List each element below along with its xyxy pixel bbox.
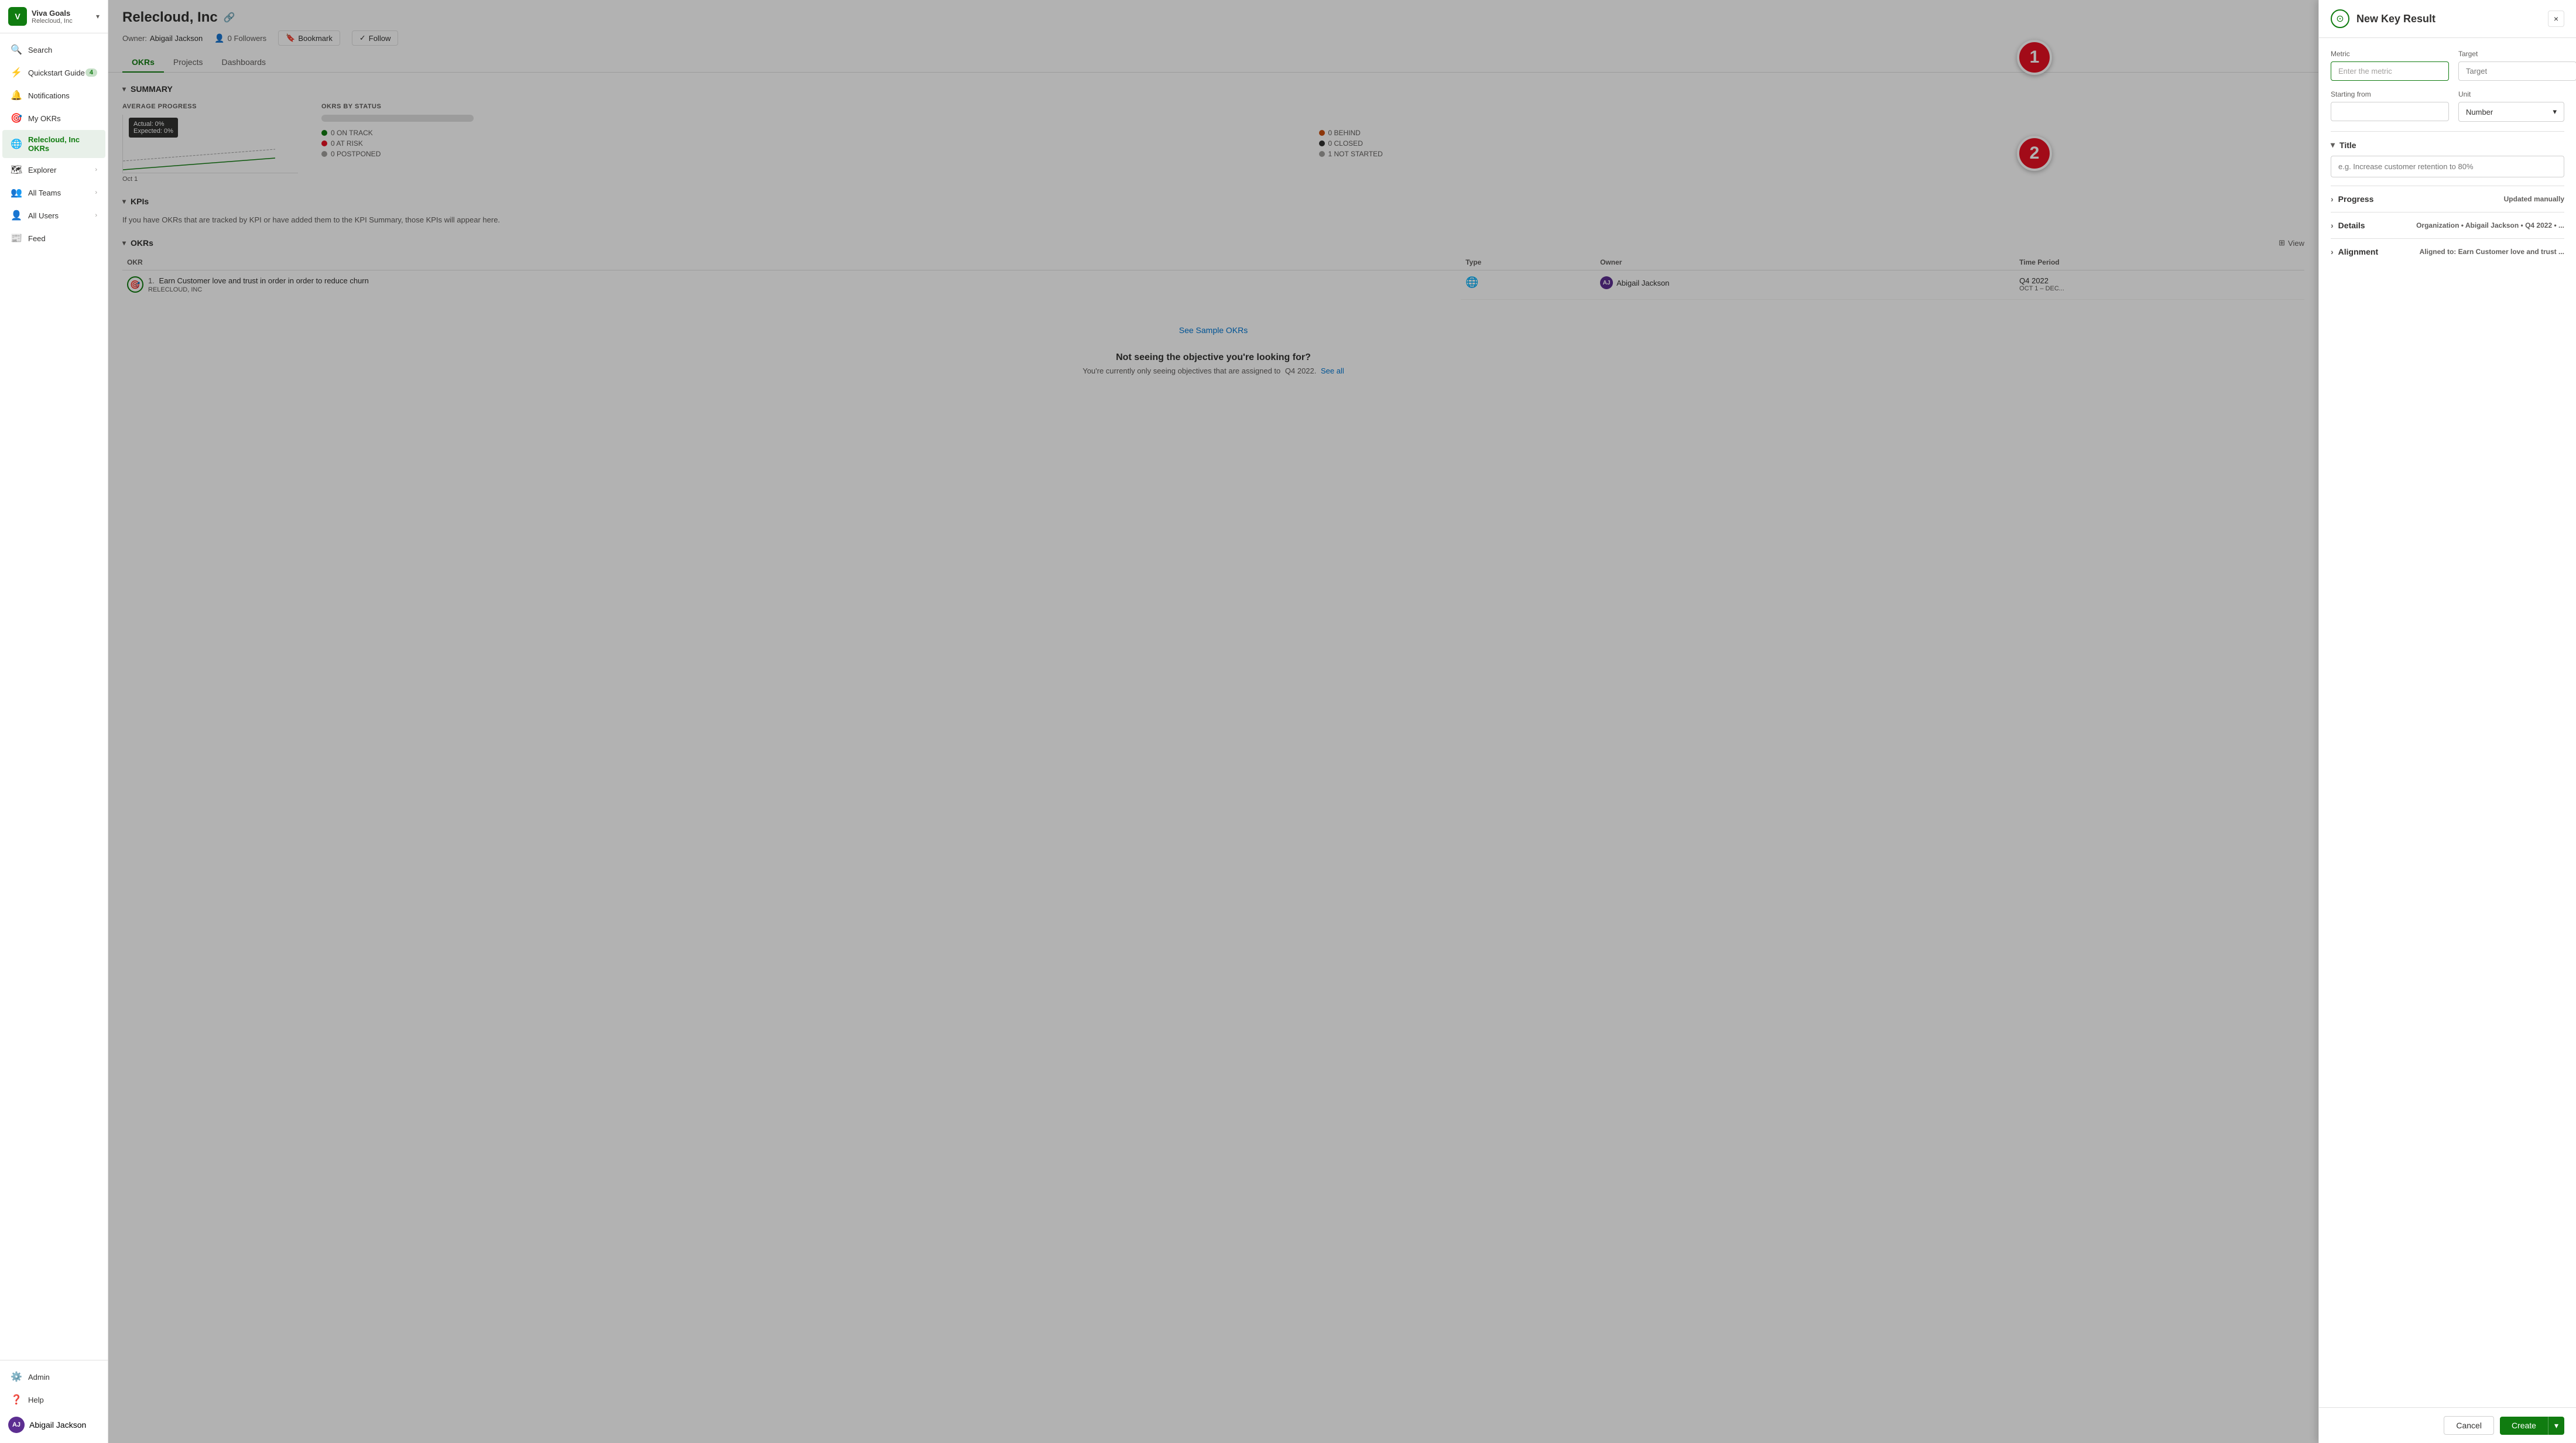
alignment-chevron-icon: › [2331, 247, 2334, 256]
progress-right-text: Updated manually [2504, 195, 2564, 203]
create-button[interactable]: Create [2500, 1417, 2548, 1435]
sidebar-label-search: Search [28, 46, 97, 54]
sidebar-footer: ⚙️ Admin ❓ Help AJ Abigail Jackson [0, 1360, 108, 1443]
alignment-right-text: Aligned to: Earn Customer love and trust… [2420, 248, 2564, 256]
sidebar-item-help[interactable]: ❓ Help [2, 1389, 105, 1411]
title-chevron-icon: ▾ [2331, 140, 2335, 150]
unit-group: Unit Number ▾ [2458, 90, 2564, 122]
target-input[interactable] [2458, 61, 2576, 81]
app-logo-text: Viva Goals Relecloud, Inc [32, 9, 96, 25]
user-profile[interactable]: AJ Abigail Jackson [0, 1411, 108, 1438]
panel-header: ⊙ New Key Result × [2319, 0, 2576, 38]
progress-expand-section: › Progress Updated manually [2331, 186, 2564, 212]
relecloud-icon: 🌐 [11, 138, 22, 150]
title-expand-header[interactable]: ▾ Title [2331, 140, 2564, 150]
sidebar-label-help: Help [28, 1396, 97, 1404]
app-name: Viva Goals [32, 9, 96, 18]
panel-close-button[interactable]: × [2548, 11, 2564, 27]
user-avatar: AJ [8, 1417, 25, 1433]
notifications-icon: 🔔 [11, 90, 22, 101]
progress-expand-header[interactable]: › Progress Updated manually [2331, 194, 2564, 204]
explorer-chevron-icon: › [95, 166, 97, 173]
help-icon: ❓ [11, 1394, 22, 1406]
details-right-text: Organization • Abigail Jackson • Q4 2022… [2416, 221, 2564, 229]
sidebar-label-myokrs: My OKRs [28, 114, 97, 123]
sidebar-label-admin: Admin [28, 1373, 97, 1382]
sidebar-nav: 🔍 Search ⚡ Quickstart Guide 4 🔔 Notifica… [0, 33, 108, 1360]
metric-target-row: Metric Target [2331, 50, 2564, 81]
details-expand-header[interactable]: › Details Organization • Abigail Jackson… [2331, 221, 2564, 230]
main-content: 1 2 Relecloud, Inc 🔗 Owner: Abigail Jack… [108, 0, 2318, 1443]
sidebar-item-allteams[interactable]: 👥 All Teams › [2, 181, 105, 204]
sidebar-item-explorer[interactable]: 🗺 Explorer › [2, 159, 105, 181]
unit-select[interactable]: Number ▾ [2458, 102, 2564, 122]
panel-body: Metric Target Starting from 0 Unit Numbe… [2319, 38, 2576, 1407]
unit-chevron-icon: ▾ [2553, 107, 2557, 116]
myokrs-icon: 🎯 [11, 112, 22, 124]
details-expand-section: › Details Organization • Abigail Jackson… [2331, 212, 2564, 238]
sidebar-item-admin[interactable]: ⚙️ Admin [2, 1366, 105, 1388]
starting-from-input[interactable]: 0 [2331, 102, 2449, 121]
sidebar-label-explorer: Explorer [28, 166, 95, 174]
metric-group: Metric [2331, 50, 2449, 81]
sidebar: V Viva Goals Relecloud, Inc ▾ 🔍 Search ⚡… [0, 0, 108, 1443]
details-chevron-icon: › [2331, 221, 2334, 230]
sidebar-label-quickstart: Quickstart Guide [28, 68, 85, 77]
sidebar-label-allusers: All Users [28, 211, 95, 220]
sidebar-label-notifications: Notifications [28, 91, 97, 100]
sidebar-item-feed[interactable]: 📰 Feed [2, 227, 105, 249]
allusers-icon: 👤 [11, 210, 22, 221]
starting-unit-row: Starting from 0 Unit Number ▾ [2331, 90, 2564, 122]
progress-expand-label: Progress [2338, 194, 2374, 204]
quickstart-badge: 4 [85, 68, 97, 77]
panel-header-icon: ⊙ [2331, 9, 2349, 28]
allteams-icon: 👥 [11, 187, 22, 198]
unit-label: Unit [2458, 90, 2564, 98]
target-label: Target [2458, 50, 2576, 58]
allusers-chevron-icon: › [95, 212, 97, 219]
sidebar-item-search[interactable]: 🔍 Search [2, 39, 105, 61]
sidebar-label-allteams: All Teams [28, 188, 95, 197]
starting-from-group: Starting from 0 [2331, 90, 2449, 122]
panel-title: New Key Result [2356, 13, 2548, 25]
app-logo-icon: V [8, 7, 27, 26]
quickstart-icon: ⚡ [11, 67, 22, 78]
create-button-wrapper: Create ▾ [2500, 1417, 2564, 1435]
create-dropdown-button[interactable]: ▾ [2548, 1417, 2564, 1435]
sidebar-label-feed: Feed [28, 234, 97, 243]
alignment-expand-header[interactable]: › Alignment Aligned to: Earn Customer lo… [2331, 247, 2564, 256]
target-group: Target [2458, 50, 2576, 81]
app-org: Relecloud, Inc [32, 18, 96, 25]
details-expand-label: Details [2338, 221, 2365, 230]
sidebar-item-quickstart[interactable]: ⚡ Quickstart Guide 4 [2, 61, 105, 84]
starting-from-label: Starting from [2331, 90, 2449, 98]
right-panel: ⊙ New Key Result × Metric Target Startin… [2318, 0, 2576, 1443]
metric-input[interactable] [2331, 61, 2449, 81]
user-name: Abigail Jackson [29, 1420, 86, 1430]
search-icon: 🔍 [11, 44, 22, 56]
alignment-expand-label: Alignment [2338, 247, 2378, 256]
progress-chevron-icon: › [2331, 194, 2334, 204]
app-chevron-icon: ▾ [96, 12, 100, 20]
app-logo[interactable]: V Viva Goals Relecloud, Inc ▾ [0, 0, 108, 33]
panel-footer: Cancel Create ▾ [2319, 1407, 2576, 1443]
feed-icon: 📰 [11, 232, 22, 244]
admin-icon: ⚙️ [11, 1371, 22, 1383]
sidebar-label-relecloud: Relecloud, Inc OKRs [28, 135, 97, 153]
sidebar-item-relecloud[interactable]: 🌐 Relecloud, Inc OKRs [2, 130, 105, 158]
title-expand-section: ▾ Title [2331, 131, 2564, 186]
cancel-button[interactable]: Cancel [2444, 1416, 2494, 1435]
allteams-chevron-icon: › [95, 189, 97, 196]
alignment-expand-section: › Alignment Aligned to: Earn Customer lo… [2331, 238, 2564, 265]
title-input[interactable] [2331, 156, 2564, 177]
title-expand-label: Title [2339, 140, 2356, 150]
sidebar-item-notifications[interactable]: 🔔 Notifications [2, 84, 105, 107]
sidebar-item-allusers[interactable]: 👤 All Users › [2, 204, 105, 227]
unit-value: Number [2466, 108, 2493, 116]
main-overlay [108, 0, 2318, 1443]
metric-label: Metric [2331, 50, 2449, 58]
sidebar-item-myokrs[interactable]: 🎯 My OKRs [2, 107, 105, 129]
explorer-icon: 🗺 [11, 164, 22, 176]
